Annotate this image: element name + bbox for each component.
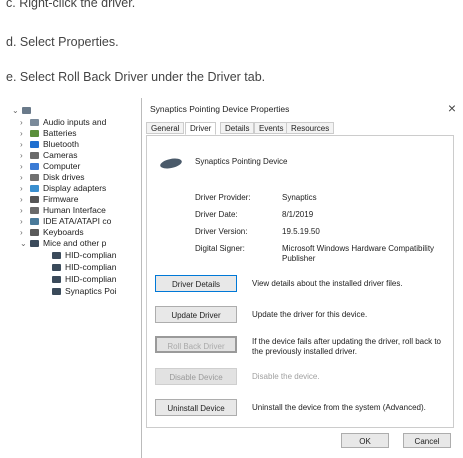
close-icon[interactable]: ×: [448, 100, 456, 116]
display-icon: [30, 185, 39, 193]
driver-version-value: 19.5.19.50: [282, 227, 320, 236]
tree-item-label: Human Interface: [43, 205, 106, 215]
dialog-title: Synaptics Pointing Device Properties: [150, 104, 290, 114]
tree-item-label: Disk drives: [43, 172, 85, 182]
driver-details-description: View details about the installed driver …: [252, 279, 403, 288]
step-c: c. Right-click the driver.: [6, 0, 136, 10]
driver-version-label: Driver Version:: [195, 227, 248, 236]
hid-icon: [30, 207, 39, 215]
tree-item-label: Computer: [43, 161, 81, 171]
tab-driver[interactable]: Driver: [185, 122, 217, 135]
tree-item-label: HID-complian: [65, 262, 117, 272]
mouse-icon: [52, 276, 61, 284]
driver-date-label: Driver Date:: [195, 210, 238, 219]
tab-details[interactable]: Details: [220, 122, 255, 134]
tree-item-label: Batteries: [43, 128, 77, 138]
driver-date-value: 8/1/2019: [282, 210, 314, 219]
mouse-icon: [159, 156, 183, 171]
uninstall-device-button[interactable]: Uninstall Device: [155, 399, 237, 416]
disable-device-button[interactable]: Disable Device: [155, 368, 237, 385]
cancel-button[interactable]: Cancel: [403, 433, 451, 448]
roll-back-driver-description: If the device fails after updating the d…: [252, 337, 441, 356]
chevron-down-icon[interactable]: ⌄: [20, 238, 30, 250]
disable-device-description: Disable the device.: [252, 372, 320, 381]
computer-icon: [30, 163, 39, 171]
tab-resources[interactable]: Resources: [286, 122, 335, 134]
tree-item-device[interactable]: HID-complian: [52, 261, 117, 273]
tree-item-label: Keyboards: [43, 227, 84, 237]
tree-root[interactable]: ⌄: [12, 104, 35, 116]
roll-back-driver-button[interactable]: Roll Back Driver: [155, 336, 237, 353]
tab-general[interactable]: General: [146, 122, 185, 134]
ok-button[interactable]: OK: [341, 433, 389, 448]
tree-item-label: Firmware: [43, 194, 79, 204]
mouse-icon: [52, 252, 61, 260]
digital-signer-label: Digital Signer:: [195, 244, 245, 253]
computer-icon: [22, 107, 31, 115]
camera-icon: [30, 152, 39, 160]
tree-item-label: HID-complian: [65, 274, 117, 284]
tree-item-device[interactable]: Synaptics Poi: [52, 285, 117, 297]
tree-item-label: Cameras: [43, 150, 78, 160]
tree-item-label: HID-complian: [65, 250, 117, 260]
tree-item-label: Audio inputs and: [43, 117, 107, 127]
driver-tab-panel: Synaptics Pointing Device Driver Provide…: [146, 135, 454, 428]
tree-item-label: Bluetooth: [43, 139, 79, 149]
bluetooth-icon: [30, 141, 39, 149]
tree-item-device[interactable]: HID-complian: [52, 249, 117, 261]
step-e: e. Select Roll Back Driver under the Dri…: [6, 70, 266, 84]
speaker-icon: [30, 119, 39, 127]
tree-item-category[interactable]: ⌄ Mice and other p: [20, 237, 106, 249]
mouse-icon: [52, 264, 61, 272]
tree-item-label: Synaptics Poi: [65, 286, 117, 296]
update-driver-button[interactable]: Update Driver: [155, 306, 237, 323]
tree-item-label: IDE ATA/ATAPI co: [43, 216, 112, 226]
device-tree: ⌄ › Audio inputs and › Batteries › Bluetooth ›…: [12, 104, 148, 374]
keyboard-icon: [30, 229, 39, 237]
tab-events[interactable]: Events: [254, 122, 289, 134]
tree-item-label: Display adapters: [43, 183, 107, 193]
digital-signer-value: Microsoft Windows Hardware Compatibility…: [282, 244, 435, 263]
driver-details-button[interactable]: Driver Details: [155, 275, 237, 292]
tree-item-label: Mice and other p: [43, 238, 107, 248]
driver-provider-value: Synaptics: [282, 193, 317, 202]
step-d: d. Select Properties.: [6, 35, 119, 49]
uninstall-device-description: Uninstall the device from the system (Ad…: [252, 403, 426, 412]
mouse-icon: [30, 240, 39, 248]
firmware-icon: [30, 196, 39, 204]
battery-icon: [30, 130, 39, 138]
mouse-icon: [52, 288, 61, 296]
disk-icon: [30, 174, 39, 182]
device-name: Synaptics Pointing Device: [195, 157, 288, 166]
update-driver-description: Update the driver for this device.: [252, 310, 368, 319]
properties-dialog: Synaptics Pointing Device Properties × G…: [141, 98, 463, 458]
tree-item-device[interactable]: HID-complian: [52, 273, 117, 285]
driver-provider-label: Driver Provider:: [195, 193, 251, 202]
ide-icon: [30, 218, 39, 226]
